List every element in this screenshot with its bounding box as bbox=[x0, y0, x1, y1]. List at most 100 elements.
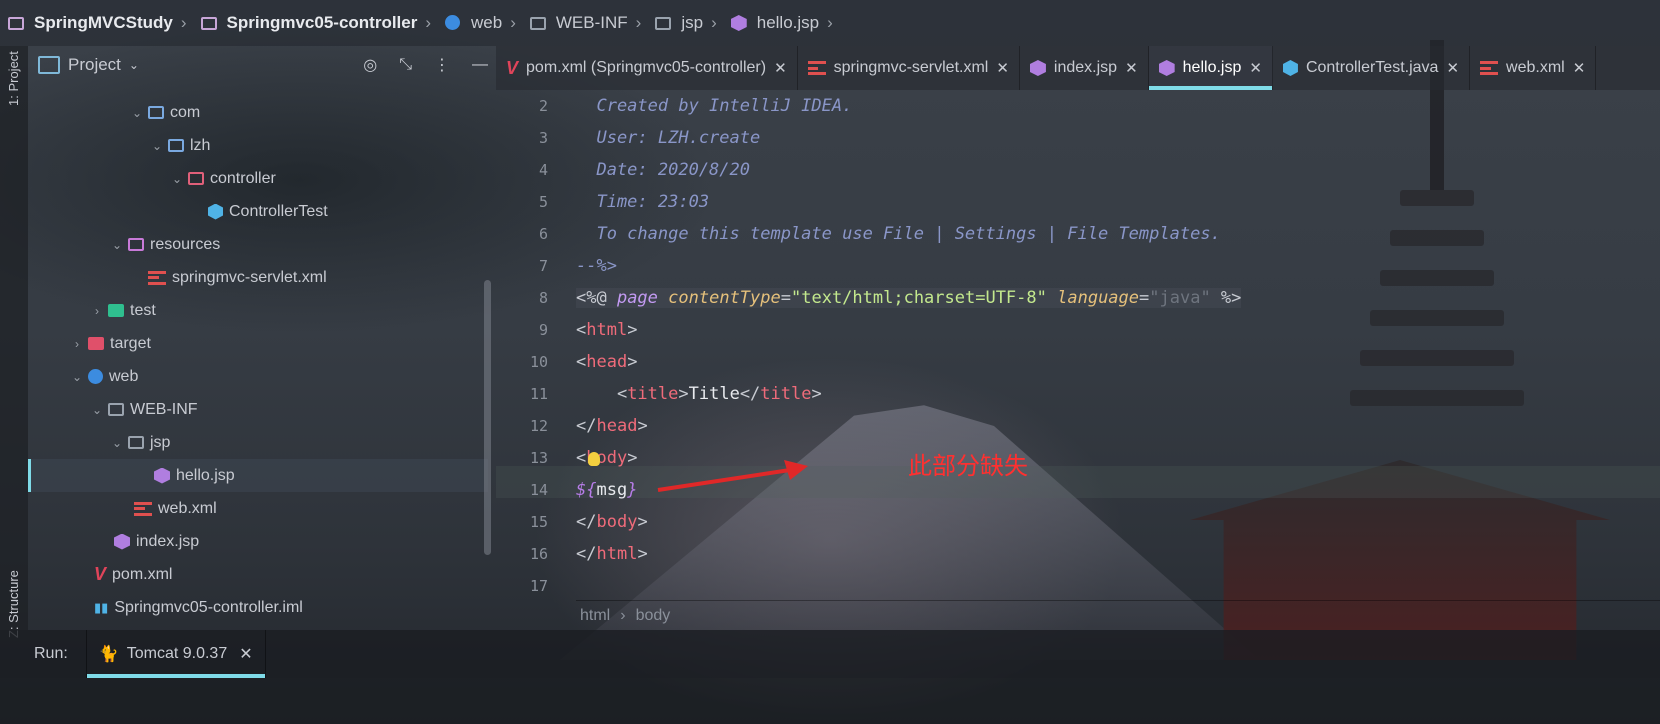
folder-icon bbox=[529, 15, 548, 31]
chevron-down-icon: ⌄ bbox=[171, 171, 183, 186]
folder-icon bbox=[655, 15, 673, 31]
project-view-selector[interactable]: Project ⌄ bbox=[38, 55, 139, 75]
tree-item-resources[interactable]: ⌄ resources bbox=[28, 228, 488, 261]
editor-breadcrumb: html › body bbox=[576, 600, 1660, 631]
line-number: 4 bbox=[538, 161, 548, 179]
run-tool-window-bar: Run: 🐈 Tomcat 9.0.37 ✕ bbox=[0, 630, 1660, 678]
run-label: Run: bbox=[34, 645, 68, 662]
tree-item-iml[interactable]: ▮▮ Springmvc05-controller.iml bbox=[28, 591, 488, 624]
jsp-file-icon bbox=[154, 467, 170, 484]
editor-tabs: V pom.xml (Springmvc05-controller) ✕ spr… bbox=[496, 46, 1660, 90]
close-icon[interactable]: ✕ bbox=[1125, 59, 1138, 77]
run-tab-tomcat[interactable]: 🐈 Tomcat 9.0.37 ✕ bbox=[85, 630, 266, 678]
code-line-9: < html > bbox=[576, 320, 638, 340]
tree-item-web-xml[interactable]: web.xml bbox=[28, 492, 488, 525]
chevron-down-icon: ⌄ bbox=[128, 58, 139, 72]
chevron-down-icon: ⌄ bbox=[91, 402, 103, 417]
line-number: 12 bbox=[529, 417, 548, 435]
folder-icon bbox=[148, 106, 164, 119]
code-editor[interactable]: Created by IntelliJ IDEA. User: LZH.crea… bbox=[576, 90, 1636, 602]
close-icon[interactable]: ✕ bbox=[774, 59, 787, 77]
close-icon[interactable]: ✕ bbox=[239, 644, 252, 664]
hide-panel-icon[interactable]: — bbox=[472, 56, 488, 74]
chevron-right-icon: › bbox=[425, 13, 432, 32]
chevron-down-icon: ⌄ bbox=[111, 237, 123, 252]
tree-item-test[interactable]: › test bbox=[28, 294, 488, 327]
tree-item-springmvc-servlet[interactable]: springmvc-servlet.xml bbox=[28, 261, 488, 294]
java-class-icon bbox=[1282, 60, 1298, 76]
line-number: 10 bbox=[529, 353, 548, 371]
excluded-folder-icon bbox=[88, 337, 104, 350]
tab-web-xml[interactable]: web.xml ✕ bbox=[1470, 46, 1597, 90]
tree-item-controller[interactable]: ⌄ controller bbox=[28, 162, 488, 195]
jsp-file-icon bbox=[1029, 60, 1046, 76]
resources-folder-icon bbox=[128, 238, 144, 251]
chevron-right-icon: › bbox=[180, 13, 187, 32]
line-number: 16 bbox=[529, 545, 548, 563]
xml-file-icon bbox=[148, 270, 166, 285]
left-tool-stripe: 1: Project Z: Structure bbox=[0, 46, 28, 638]
annotation-arrow bbox=[657, 460, 808, 492]
tomcat-icon: 🐈 bbox=[98, 646, 119, 663]
tab-hello-jsp[interactable]: hello.jsp ✕ bbox=[1148, 46, 1273, 90]
editor-breadcrumb-body[interactable]: body bbox=[636, 607, 671, 625]
tab-springmvc-servlet[interactable]: springmvc-servlet.xml ✕ bbox=[798, 46, 1020, 90]
code-line-3: User: LZH.create bbox=[576, 128, 761, 148]
line-number: 9 bbox=[538, 321, 548, 339]
annotation-text: 此部分缺失 bbox=[908, 452, 1028, 480]
project-scrollbar[interactable] bbox=[484, 280, 491, 555]
xml-file-icon bbox=[807, 61, 826, 75]
tree-item-pom-xml[interactable]: V pom.xml bbox=[28, 558, 488, 591]
line-number: 15 bbox=[529, 513, 548, 531]
more-options-icon[interactable]: ⋮ bbox=[434, 55, 450, 75]
tree-item-target[interactable]: › target bbox=[28, 327, 488, 360]
folder-icon bbox=[108, 403, 124, 416]
code-line-7: --%> bbox=[576, 256, 617, 276]
tree-item-jsp[interactable]: ⌄ jsp bbox=[28, 426, 488, 459]
line-number: 5 bbox=[538, 193, 548, 211]
maven-icon: V bbox=[506, 57, 519, 78]
breadcrumb-item-project[interactable]: SpringMVCStudy › bbox=[8, 13, 193, 33]
folder-icon bbox=[168, 139, 184, 152]
jsp-file-icon bbox=[114, 533, 130, 550]
editor-breadcrumb-html[interactable]: html bbox=[580, 607, 610, 625]
breadcrumb-item-web-inf[interactable]: WEB-INF › bbox=[529, 13, 647, 33]
close-icon[interactable]: ✕ bbox=[1573, 59, 1586, 77]
intention-lightbulb-icon[interactable] bbox=[588, 452, 600, 466]
tree-item-index-jsp[interactable]: index.jsp bbox=[28, 525, 488, 558]
breadcrumb-item-module[interactable]: Springmvc05-controller › bbox=[200, 13, 438, 33]
tree-item-web[interactable]: ⌄ web bbox=[28, 360, 488, 393]
module-folder-icon bbox=[200, 15, 219, 31]
chevron-right-icon: › bbox=[635, 13, 642, 32]
tree-item-com[interactable]: ⌄ com bbox=[28, 96, 488, 129]
close-icon[interactable]: ✕ bbox=[1446, 59, 1459, 77]
collapse-all-icon[interactable]: ⤡ bbox=[399, 56, 412, 74]
project-panel-icon bbox=[38, 56, 60, 74]
line-number: 13 bbox=[529, 449, 548, 467]
structure-tool-button[interactable]: Z: Structure bbox=[6, 570, 21, 638]
tree-item-controllertest[interactable]: ControllerTest bbox=[28, 195, 488, 228]
project-tool-button[interactable]: 1: Project bbox=[6, 51, 21, 106]
tab-index-jsp[interactable]: index.jsp ✕ bbox=[1020, 46, 1149, 90]
line-number: 11 bbox=[529, 385, 548, 403]
locate-target-icon[interactable]: ◎ bbox=[363, 55, 377, 75]
breadcrumb-item-hello-jsp[interactable]: hello.jsp › bbox=[730, 13, 839, 33]
breadcrumb-item-jsp[interactable]: jsp › bbox=[655, 13, 722, 33]
tab-controllertest-java[interactable]: ControllerTest.java ✕ bbox=[1273, 46, 1471, 90]
tab-pom-xml[interactable]: V pom.xml (Springmvc05-controller) ✕ bbox=[496, 46, 798, 90]
code-line-5: Time: 23:03 bbox=[576, 192, 710, 212]
tree-item-lzh[interactable]: ⌄ lzh bbox=[28, 129, 488, 162]
chevron-down-icon: ⌄ bbox=[71, 369, 83, 384]
breadcrumb-item-web[interactable]: web › bbox=[445, 13, 522, 33]
jsp-file-icon bbox=[730, 15, 749, 31]
close-icon[interactable]: ✕ bbox=[996, 59, 1009, 77]
line-number: 6 bbox=[538, 225, 548, 243]
code-line-15: </body > bbox=[576, 512, 648, 532]
close-icon[interactable]: ✕ bbox=[1249, 59, 1262, 77]
xml-file-icon bbox=[1480, 61, 1499, 75]
xml-file-icon bbox=[134, 501, 152, 516]
tree-item-web-inf[interactable]: ⌄ WEB-INF bbox=[28, 393, 488, 426]
code-line-11: < title > Title </title > bbox=[576, 384, 822, 404]
tree-item-hello-jsp[interactable]: hello.jsp bbox=[28, 459, 488, 492]
